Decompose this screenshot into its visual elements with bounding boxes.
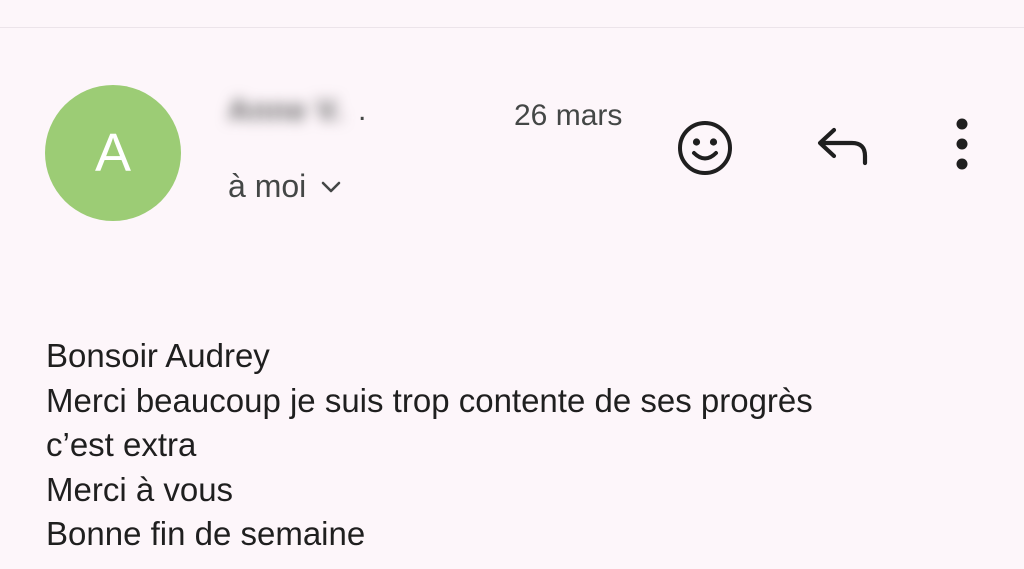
top-divider [0, 27, 1024, 28]
message-line: Merci à vous [46, 470, 234, 508]
more-options-button[interactable] [940, 114, 984, 174]
message-line: Bonsoir Audrey [46, 337, 270, 374]
message-line: c’est extra [46, 426, 197, 463]
sender-separator: . [357, 94, 367, 127]
add-reaction-button[interactable] [674, 117, 736, 179]
sender-name: Anne V. [228, 94, 344, 127]
more-vert-icon [956, 118, 968, 170]
message-line: Bonne fin de semaine [46, 515, 366, 552]
chevron-down-icon [320, 180, 342, 194]
recipient-toggle[interactable]: à moi [228, 168, 342, 205]
reply-icon [817, 127, 868, 166]
message-body: Bonsoir Audrey Merci beaucoup je suis tr… [46, 334, 813, 557]
sender-avatar[interactable]: A [45, 85, 181, 221]
recipient-label: à moi [228, 168, 307, 204]
message-date: 26 mars [514, 99, 623, 132]
avatar-initial: A [94, 123, 132, 183]
smiley-icon [678, 121, 732, 175]
reply-button[interactable] [812, 118, 874, 174]
message-line: Merci beaucoup je suis trop contente de … [46, 381, 813, 419]
sender-row[interactable]: Anne V. . [228, 94, 366, 128]
email-view: A Anne V. . 26 mars à moi Bonsoir Audrey… [0, 0, 1024, 569]
